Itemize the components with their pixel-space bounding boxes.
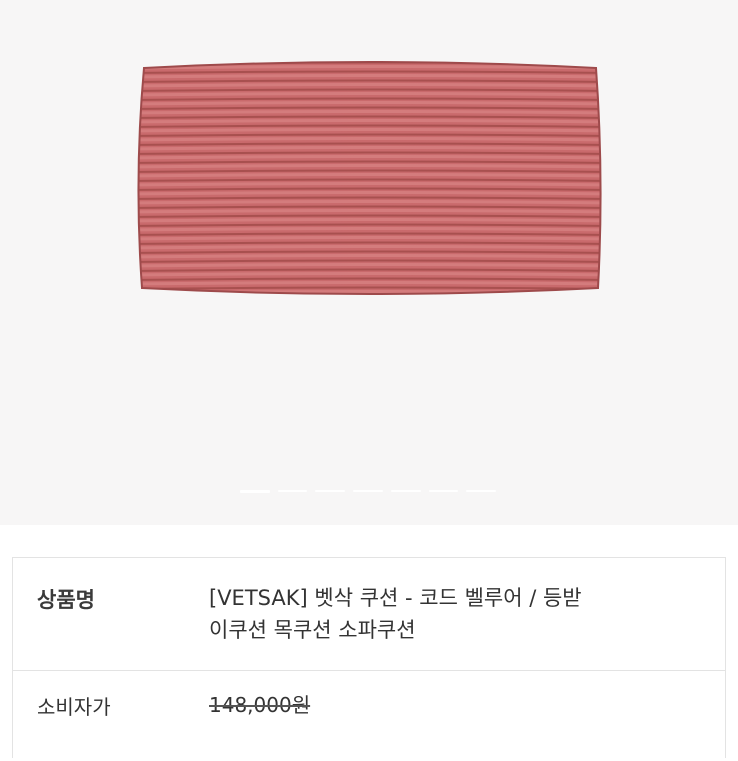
corduroy-rib-highlight bbox=[138, 218, 601, 223]
corduroy-rib-highlight bbox=[138, 65, 601, 70]
corduroy-rib-highlight bbox=[138, 101, 601, 106]
corduroy-rib-highlight bbox=[138, 164, 601, 169]
gallery-dot[interactable] bbox=[428, 490, 459, 492]
corduroy-rib-highlight bbox=[138, 254, 601, 259]
corduroy-rib-highlight bbox=[138, 83, 601, 88]
product-name-line-1: [VETSAK] 벳삭 쿠션 - 코드 벨루어 / 등받 bbox=[209, 586, 582, 610]
product-name-label: 상품명 bbox=[37, 588, 95, 612]
gallery-dot[interactable] bbox=[240, 490, 270, 493]
corduroy-rib-highlight bbox=[138, 146, 601, 151]
product-image-gallery[interactable] bbox=[0, 0, 738, 525]
gallery-indicator bbox=[240, 490, 497, 494]
corduroy-rib-highlight bbox=[138, 281, 601, 286]
corduroy-rib-highlight bbox=[138, 137, 601, 142]
corduroy-rib-highlight bbox=[138, 182, 601, 187]
corduroy-rib-highlight bbox=[138, 119, 601, 124]
corduroy-rib-highlight bbox=[138, 128, 601, 133]
product-name-line-2: 이쿠션 목쿠션 소파쿠션 bbox=[209, 618, 416, 642]
corduroy-rib-highlight bbox=[138, 173, 601, 178]
corduroy-rib-highlight bbox=[138, 74, 601, 79]
retail-price-value: 148,000원 bbox=[209, 693, 311, 717]
corduroy-rib-highlight bbox=[138, 200, 601, 205]
gallery-dot[interactable] bbox=[390, 490, 421, 492]
corduroy-rib-highlight bbox=[138, 227, 601, 232]
gallery-dot[interactable] bbox=[466, 490, 497, 492]
gallery-dot[interactable] bbox=[277, 490, 308, 492]
corduroy-rib-highlight bbox=[138, 209, 601, 214]
product-image[interactable] bbox=[132, 58, 608, 298]
cushion-illustration bbox=[137, 61, 602, 295]
product-name-row: 상품명 [VETSAK] 벳삭 쿠션 - 코드 벨루어 / 등받 이쿠션 목쿠션… bbox=[13, 558, 725, 671]
retail-price-row: 소비자가 148,000원 bbox=[13, 671, 725, 761]
corduroy-rib-highlight bbox=[138, 263, 601, 268]
gallery-dot[interactable] bbox=[353, 490, 383, 492]
corduroy-rib-highlight bbox=[138, 191, 601, 196]
gallery-dot[interactable] bbox=[315, 490, 346, 492]
corduroy-rib-highlight bbox=[138, 110, 601, 115]
retail-price-label: 소비자가 bbox=[37, 695, 111, 719]
corduroy-rib-highlight bbox=[138, 155, 601, 160]
corduroy-rib-highlight bbox=[138, 236, 601, 241]
product-info-table: 상품명 [VETSAK] 벳삭 쿠션 - 코드 벨루어 / 등받 이쿠션 목쿠션… bbox=[12, 557, 726, 758]
product-name-value: [VETSAK] 벳삭 쿠션 - 코드 벨루어 / 등받 이쿠션 목쿠션 소파쿠… bbox=[209, 582, 709, 646]
corduroy-rib-highlight bbox=[138, 272, 601, 277]
corduroy-rib-highlight bbox=[138, 92, 601, 97]
corduroy-rib-highlight bbox=[138, 245, 601, 250]
